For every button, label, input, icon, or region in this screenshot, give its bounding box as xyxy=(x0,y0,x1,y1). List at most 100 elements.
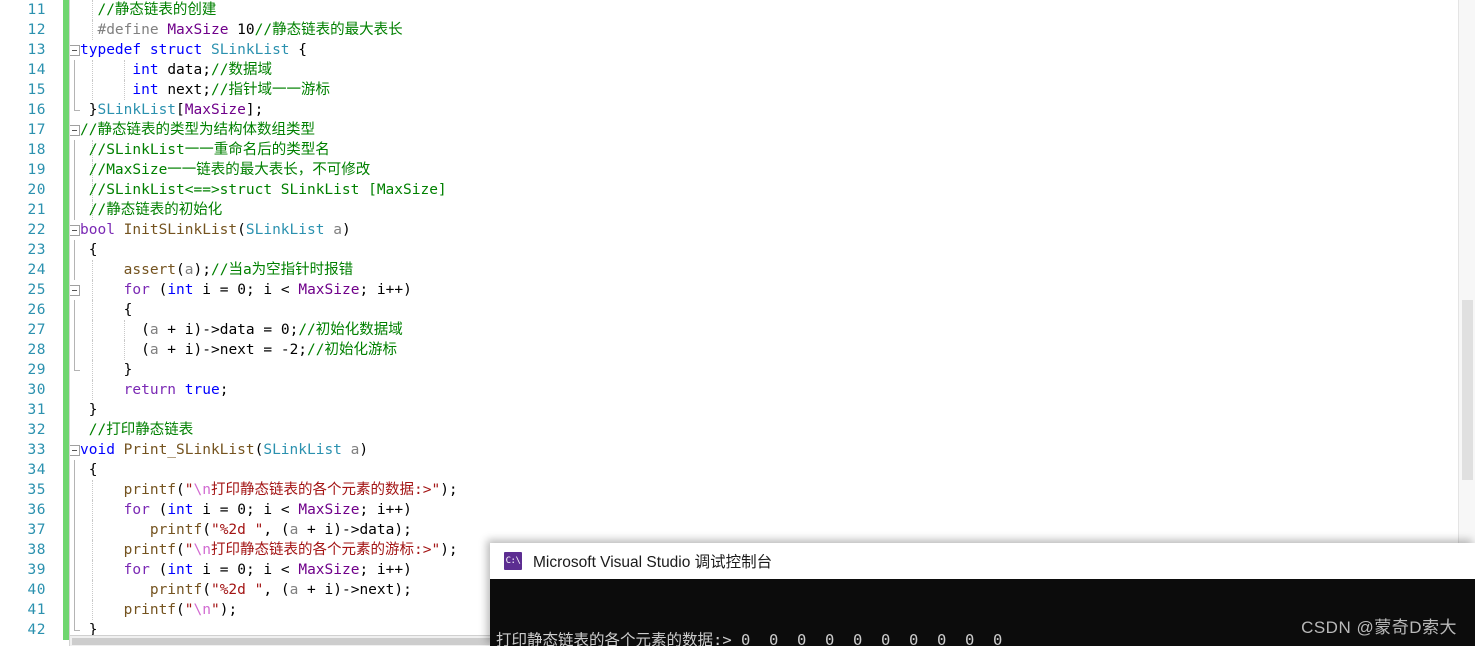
collapse-region-toggle[interactable] xyxy=(69,125,80,136)
line-number: 12 xyxy=(27,22,46,38)
code-text[interactable]: (a + i)->next = -2;//初始化游标 xyxy=(80,340,397,360)
collapse-region-toggle[interactable] xyxy=(69,45,80,56)
code-line[interactable]: 29 } xyxy=(0,360,1475,380)
code-line[interactable]: 22 bool InitSLinkList(SLinkList a) xyxy=(0,220,1475,240)
code-line[interactable]: 27 (a + i)->data = 0;//初始化数据域 xyxy=(0,320,1475,340)
code-text[interactable]: printf("%2d ", (a + i)->data); xyxy=(80,520,412,540)
line-number: 36 xyxy=(27,502,46,518)
code-text[interactable]: (a + i)->data = 0;//初始化数据域 xyxy=(80,320,403,340)
code-text[interactable]: return true; xyxy=(80,380,229,400)
collapse-region-guide xyxy=(74,620,80,631)
collapse-region-guide xyxy=(74,460,75,480)
change-indicator-bar xyxy=(63,580,69,600)
code-text[interactable]: void Print_SLinkList(SLinkList a) xyxy=(80,440,368,460)
code-line[interactable]: 35 printf("\n打印静态链表的各个元素的数据:>"); xyxy=(0,480,1475,500)
code-text[interactable]: bool InitSLinkList(SLinkList a) xyxy=(80,220,351,240)
code-line[interactable]: 16 }SLinkList[MaxSize]; xyxy=(0,100,1475,120)
code-line[interactable]: 18 //SLinkList一一重命名后的类型名 xyxy=(0,140,1475,160)
line-number: 15 xyxy=(27,82,46,98)
collapse-region-toggle[interactable] xyxy=(69,445,80,456)
code-text[interactable]: //MaxSize一一链表的最大表长，不可修改 xyxy=(80,160,371,180)
code-text[interactable]: //静态链表的创建 xyxy=(80,0,216,20)
vertical-scrollbar-thumb[interactable] xyxy=(1462,300,1473,480)
code-line[interactable]: 26 { xyxy=(0,300,1475,320)
code-line[interactable]: 34 { xyxy=(0,460,1475,480)
line-number: 29 xyxy=(27,362,46,378)
code-text[interactable]: int data;//数据域 xyxy=(80,60,272,80)
code-text[interactable]: { xyxy=(80,300,133,320)
horizontal-scrollbar-thumb[interactable] xyxy=(72,638,502,645)
code-text[interactable]: printf("%2d ", (a + i)->next); xyxy=(80,580,412,600)
change-indicator-bar xyxy=(63,520,69,540)
change-indicator-bar xyxy=(63,540,69,560)
code-text[interactable]: #define MaxSize 10//静态链表的最大表长 xyxy=(80,20,402,40)
change-indicator-bar xyxy=(63,80,69,100)
code-line[interactable]: 13 typedef struct SLinkList { xyxy=(0,40,1475,60)
collapse-region-guide xyxy=(74,580,75,600)
code-line[interactable]: 15 int next;//指针域一一游标 xyxy=(0,80,1475,100)
change-indicator-bar xyxy=(63,300,69,320)
code-line[interactable]: 17 //静态链表的类型为结构体数组类型 xyxy=(0,120,1475,140)
code-text[interactable]: for (int i = 0; i < MaxSize; i++) xyxy=(80,500,412,520)
code-line[interactable]: 12 #define MaxSize 10//静态链表的最大表长 xyxy=(0,20,1475,40)
code-text[interactable]: //静态链表的类型为结构体数组类型 xyxy=(80,120,315,140)
change-indicator-bar xyxy=(63,480,69,500)
line-number: 27 xyxy=(27,322,46,338)
collapse-region-toggle[interactable] xyxy=(69,225,80,236)
collapse-region-guide xyxy=(74,320,75,340)
collapse-region-guide xyxy=(74,80,75,100)
code-text[interactable]: //打印静态链表 xyxy=(80,420,193,440)
code-text[interactable]: }SLinkList[MaxSize]; xyxy=(80,100,264,120)
line-number: 24 xyxy=(27,262,46,278)
code-text[interactable]: for (int i = 0; i < MaxSize; i++) xyxy=(80,560,412,580)
code-text[interactable]: //SLinkList<==>struct SLinkList [MaxSize… xyxy=(80,180,447,200)
code-text[interactable]: for (int i = 0; i < MaxSize; i++) xyxy=(80,280,412,300)
change-indicator-bar xyxy=(63,460,69,480)
line-number: 35 xyxy=(27,482,46,498)
code-line[interactable]: 37 printf("%2d ", (a + i)->data); xyxy=(0,520,1475,540)
code-line[interactable]: 28 (a + i)->next = -2;//初始化游标 xyxy=(0,340,1475,360)
change-indicator-bar xyxy=(63,0,69,20)
line-number: 14 xyxy=(27,62,46,78)
line-number: 33 xyxy=(27,442,46,458)
code-line[interactable]: 14 int data;//数据域 xyxy=(0,60,1475,80)
collapse-region-guide xyxy=(74,300,75,320)
code-text[interactable]: { xyxy=(80,240,98,260)
code-text[interactable]: printf("\n打印静态链表的各个元素的数据:>"); xyxy=(80,480,458,500)
code-text[interactable]: printf("\n打印静态链表的各个元素的游标:>"); xyxy=(80,540,458,560)
code-text[interactable]: printf("\n"); xyxy=(80,600,238,620)
code-text[interactable]: } xyxy=(80,360,133,380)
code-text[interactable]: //静态链表的初始化 xyxy=(80,200,222,220)
debug-console-window[interactable]: C:\ Microsoft Visual Studio 调试控制台 打印静态链表… xyxy=(490,543,1475,646)
change-indicator-bar xyxy=(63,360,69,380)
code-text[interactable]: } xyxy=(80,400,98,420)
code-line[interactable]: 36 for (int i = 0; i < MaxSize; i++) xyxy=(0,500,1475,520)
code-line[interactable]: 25 for (int i = 0; i < MaxSize; i++) xyxy=(0,280,1475,300)
code-line[interactable]: 11 //静态链表的创建 xyxy=(0,0,1475,20)
change-indicator-bar xyxy=(63,560,69,580)
code-line[interactable]: 33 void Print_SLinkList(SLinkList a) xyxy=(0,440,1475,460)
collapse-region-guide xyxy=(74,340,75,360)
code-text[interactable]: typedef struct SLinkList { xyxy=(80,40,307,60)
code-line[interactable]: 30 return true; xyxy=(0,380,1475,400)
code-line[interactable]: 32 //打印静态链表 xyxy=(0,420,1475,440)
collapse-region-guide xyxy=(74,560,75,580)
console-window-icon: C:\ xyxy=(504,552,522,570)
code-line[interactable]: 24 assert(a);//当a为空指针时报错 xyxy=(0,260,1475,280)
line-number: 11 xyxy=(27,2,46,18)
code-line[interactable]: 31 } xyxy=(0,400,1475,420)
code-line[interactable]: 21 //静态链表的初始化 xyxy=(0,200,1475,220)
code-text[interactable]: assert(a);//当a为空指针时报错 xyxy=(80,260,354,280)
line-number: 31 xyxy=(27,402,46,418)
code-text[interactable]: int next;//指针域一一游标 xyxy=(80,80,330,100)
code-line[interactable]: 23 { xyxy=(0,240,1475,260)
collapse-region-toggle[interactable] xyxy=(69,285,80,296)
code-text[interactable]: { xyxy=(80,460,98,480)
change-indicator-bar xyxy=(63,100,69,120)
code-line[interactable]: 19 //MaxSize一一链表的最大表长，不可修改 xyxy=(0,160,1475,180)
code-text[interactable]: //SLinkList一一重命名后的类型名 xyxy=(80,140,330,160)
line-number: 34 xyxy=(27,462,46,478)
code-line[interactable]: 20 //SLinkList<==>struct SLinkList [MaxS… xyxy=(0,180,1475,200)
console-title: Microsoft Visual Studio 调试控制台 xyxy=(533,554,773,571)
console-titlebar: C:\ Microsoft Visual Studio 调试控制台 xyxy=(490,543,1475,579)
